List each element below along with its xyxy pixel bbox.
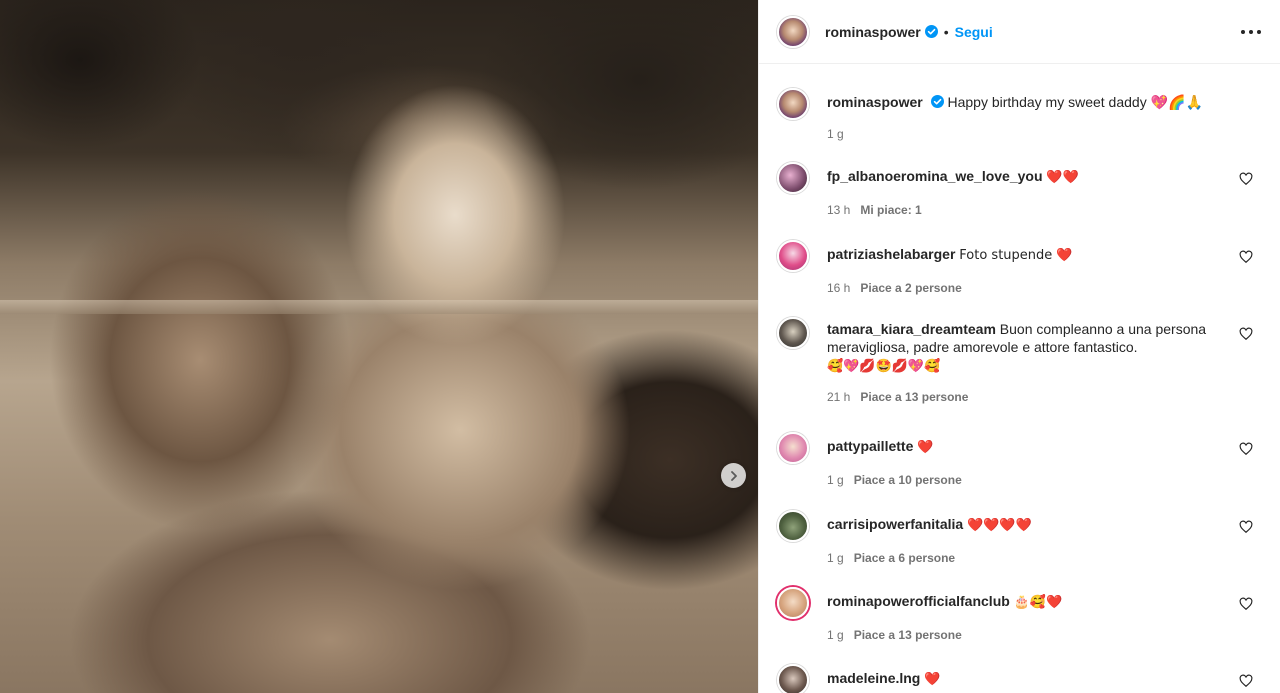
- comment-likes[interactable]: Piace a 13 persone: [860, 390, 968, 404]
- more-options-icon[interactable]: [1241, 22, 1261, 42]
- comment-time: 21 h: [827, 390, 851, 404]
- comment-item: carrisipowerfanitalia ❤️❤️❤️❤️ 1 g Piace …: [777, 510, 1263, 567]
- comment-text: ❤️: [917, 440, 934, 455]
- comment-text: ❤️❤️❤️❤️: [967, 518, 1032, 533]
- comment-username[interactable]: madeleine.lng: [827, 670, 920, 686]
- photo-pool-edge: [0, 300, 758, 314]
- comment-item: patriziashelabarger Foto stupende ❤️ 16 …: [777, 240, 1263, 297]
- comments-list: rominaspower Happy birthday my sweet dad…: [759, 64, 1280, 693]
- carousel-next-button[interactable]: [721, 463, 746, 488]
- comment-item: madeleine.lng ❤️: [777, 664, 1263, 693]
- heart-outline-icon[interactable]: [1239, 442, 1253, 456]
- comment-likes[interactable]: Mi piace: 1: [860, 203, 921, 217]
- photo-background-trees: [0, 0, 758, 300]
- caption-avatar[interactable]: [777, 88, 809, 120]
- caption-username[interactable]: rominaspower: [827, 94, 923, 110]
- post-caption: rominaspower Happy birthday my sweet dad…: [777, 88, 1247, 143]
- comment-username[interactable]: carrisipowerfanitalia: [827, 516, 963, 532]
- comment-username[interactable]: pattypaillette: [827, 438, 913, 454]
- heart-outline-icon[interactable]: [1239, 597, 1253, 611]
- comment-text: Foto stupende ❤️: [959, 248, 1073, 263]
- comment-time: 1 g: [827, 551, 844, 565]
- comment-username[interactable]: rominapowerofficialfanclub: [827, 593, 1010, 609]
- comment-likes[interactable]: Piace a 6 persone: [854, 551, 955, 565]
- post-header: rominaspower • Segui: [759, 0, 1280, 64]
- comment-time: 1 g: [827, 473, 844, 487]
- comment-avatar[interactable]: [777, 317, 809, 349]
- chevron-right-icon: [730, 470, 737, 481]
- comment-avatar[interactable]: [777, 510, 809, 542]
- comment-avatar[interactable]: [777, 162, 809, 194]
- comment-avatar[interactable]: [777, 587, 809, 619]
- heart-outline-icon[interactable]: [1239, 327, 1253, 341]
- comment-username[interactable]: patriziashelabarger: [827, 246, 955, 262]
- heart-outline-icon[interactable]: [1239, 674, 1253, 688]
- caption-time: 1 g: [827, 127, 844, 141]
- comment-item: fp_albanoeromina_we_love_you ❤️❤️ 13 h Mi…: [777, 162, 1263, 219]
- comment-item: pattypaillette ❤️ 1 g Piace a 10 persone: [777, 432, 1263, 489]
- comment-time: 1 g: [827, 628, 844, 642]
- comment-time: 16 h: [827, 281, 851, 295]
- comment-time: 13 h: [827, 203, 851, 217]
- heart-outline-icon[interactable]: [1239, 250, 1253, 264]
- follow-button[interactable]: Segui: [955, 24, 993, 40]
- comment-likes[interactable]: Piace a 10 persone: [854, 473, 962, 487]
- heart-outline-icon[interactable]: [1239, 520, 1253, 534]
- post-photo: [0, 0, 758, 693]
- comment-text: ❤️: [924, 672, 941, 687]
- post-side-panel: rominaspower • Segui rominaspower Happy …: [758, 0, 1280, 693]
- comment-item: rominapowerofficialfanclub 🎂🥰❤️ 1 g Piace…: [777, 587, 1263, 644]
- comment-text: ❤️❤️: [1046, 170, 1079, 185]
- comment-likes[interactable]: Piace a 13 persone: [854, 628, 962, 642]
- comment-username[interactable]: fp_albanoeromina_we_love_you: [827, 168, 1043, 184]
- comment-text: 🎂🥰❤️: [1013, 595, 1063, 610]
- heart-outline-icon[interactable]: [1239, 172, 1253, 186]
- comment-username[interactable]: tamara_kiara_dreamteam: [827, 321, 996, 337]
- header-separator: •: [943, 23, 949, 40]
- comment-avatar[interactable]: [777, 240, 809, 272]
- comment-avatar[interactable]: [777, 664, 809, 693]
- author-username[interactable]: rominaspower: [825, 24, 921, 40]
- verified-badge-icon: [930, 95, 944, 108]
- comment-item: tamara_kiara_dreamteam Buon compleanno a…: [777, 317, 1263, 406]
- comment-likes[interactable]: Piace a 2 persone: [860, 281, 961, 295]
- comment-avatar[interactable]: [777, 432, 809, 464]
- verified-badge-icon: [924, 25, 938, 38]
- caption-text: Happy birthday my sweet daddy 💖🌈🙏: [947, 94, 1203, 110]
- author-avatar[interactable]: [777, 15, 809, 48]
- comment-emoji-line: 🥰💖💋🤩💋💖🥰: [827, 359, 941, 374]
